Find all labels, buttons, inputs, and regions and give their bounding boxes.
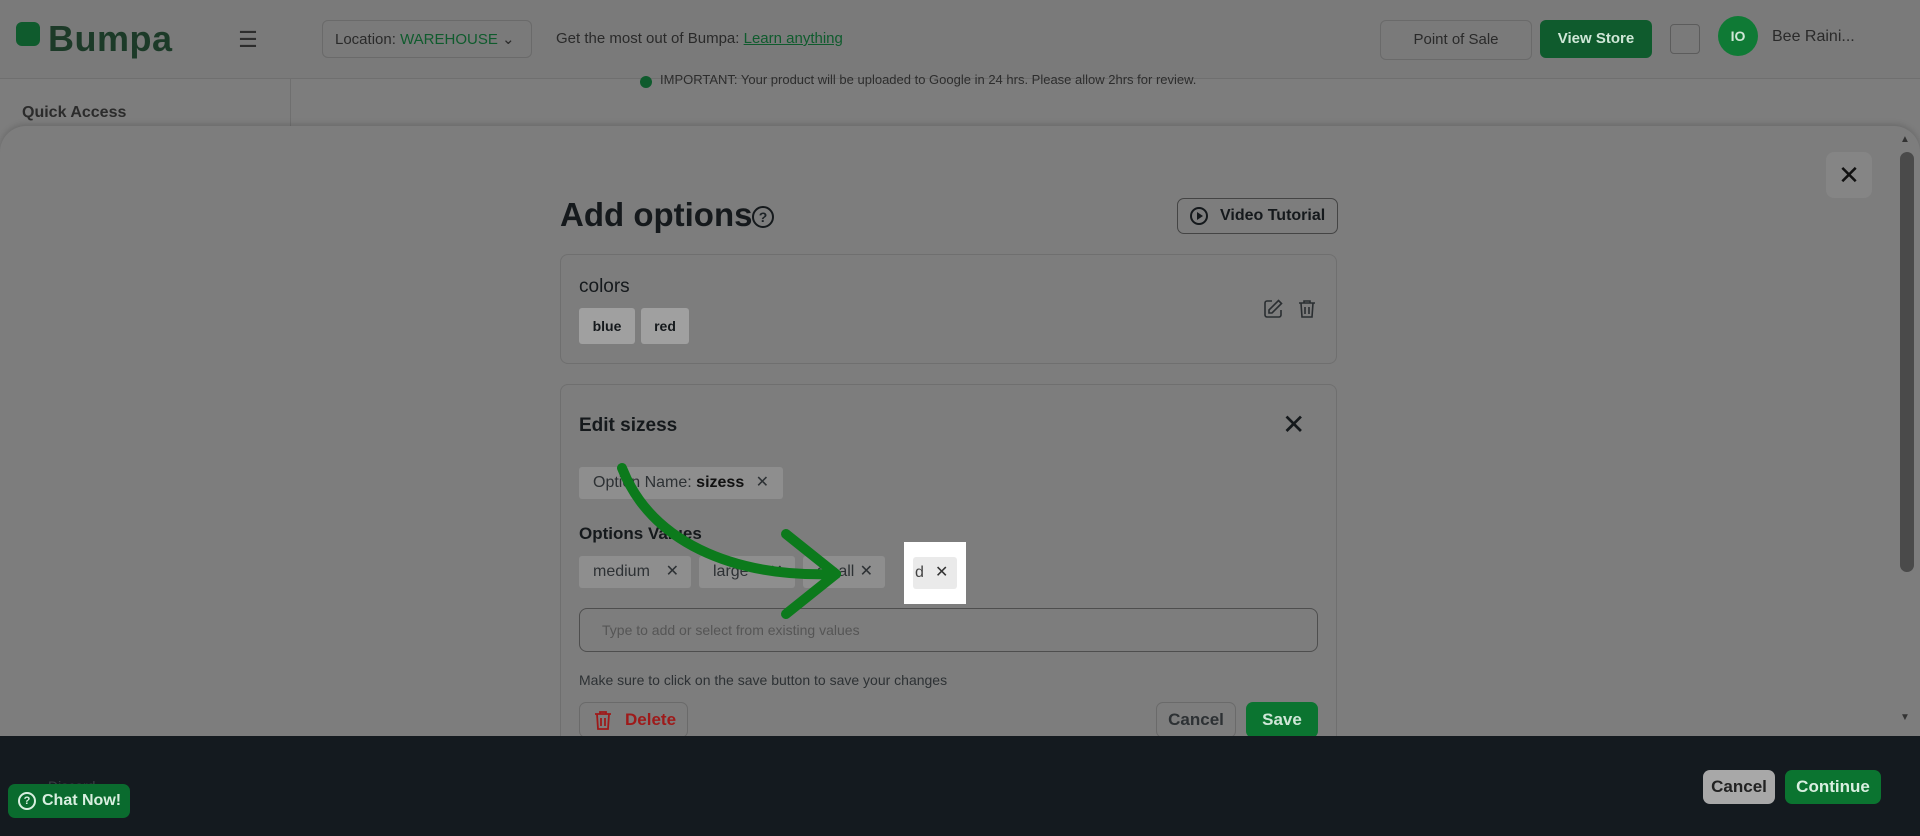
option-value-input[interactable]: Type to add or select from existing valu… [579,608,1318,652]
trash-icon [595,711,611,730]
remove-icon[interactable]: ✕ [756,467,769,499]
option-name-label: Option Name: [593,474,692,491]
option-value-chip: blue [579,308,635,344]
point-of-sale-button[interactable]: Point of Sale [1380,20,1532,60]
option-value-text: medium [593,563,650,580]
scroll-up-arrow[interactable]: ▲ [1900,134,1910,145]
edit-option-title: Edit sizess [579,415,678,436]
option-name-value: sizess [696,474,745,491]
option-values-label: Options Values [579,524,702,543]
video-tutorial-label: Video Tutorial [1220,207,1326,224]
chat-now-button[interactable]: ? Chat Now! [8,784,130,818]
header-hint: Get the most out of Bumpa: Learn anythin… [556,30,843,47]
page-title: Add options [560,196,753,233]
footer-cancel-button[interactable]: Cancel [1703,770,1775,804]
option-value-chip[interactable]: large ✕ [699,556,795,588]
info-icon [640,76,652,88]
delete-button[interactable]: Delete [579,702,688,738]
cancel-button[interactable]: Cancel [1156,702,1236,738]
username[interactable]: Bee Raini... [1772,28,1855,46]
option-value-chip[interactable]: small ✕ [803,556,885,588]
close-icon[interactable]: ✕ [1282,410,1305,440]
remove-icon[interactable]: ✕ [666,556,679,588]
save-button[interactable]: Save [1246,702,1318,738]
option-value-text: d [915,564,924,581]
location-selector[interactable]: Location: WAREHOUSE ⌄ [322,20,532,58]
option-value-chip: red [641,308,689,344]
location-label: Location: [335,31,396,48]
view-store-button[interactable]: View Store [1540,20,1652,58]
logo-mark [16,22,40,46]
notification-icon[interactable] [1670,24,1700,54]
chat-now-label: Chat Now! [42,792,122,809]
location-value: WAREHOUSE [400,31,498,48]
sidebar-quick-access[interactable]: Quick Access [22,104,126,122]
scroll-down-arrow[interactable]: ▼ [1900,712,1910,723]
header-hint-link[interactable]: Learn anything [744,30,843,47]
option-value-chip[interactable]: medium ✕ [579,556,691,588]
play-circle-icon [1190,207,1208,225]
chevron-down-icon: ⌄ [502,31,515,48]
background-note: IMPORTANT: Your product will be uploaded… [660,72,1197,87]
option-value-text: small [817,563,855,580]
delete-label: Delete [625,710,677,729]
existing-option-name: colors [579,276,630,297]
help-circle-icon: ? [18,792,36,810]
menu-toggle-icon[interactable]: ☰ [228,22,268,58]
video-tutorial-button[interactable]: Video Tutorial [1177,198,1338,234]
option-name-chip[interactable]: Option Name: sizess ✕ [579,467,783,499]
option-value-text: large [713,563,749,580]
edit-icon[interactable] [1262,298,1284,320]
continue-button[interactable]: Continue [1785,770,1881,804]
remove-icon[interactable]: ✕ [770,556,783,588]
close-icon[interactable]: ✕ [1826,152,1872,198]
help-circle-icon[interactable]: ? [752,206,774,228]
scrollbar[interactable] [1900,152,1914,572]
option-value-chip[interactable]: d ✕ [913,557,957,589]
app-logo[interactable]: Bumpa [48,18,173,60]
remove-icon[interactable]: ✕ [935,557,948,589]
remove-icon[interactable]: ✕ [860,556,873,588]
save-hint: Make sure to click on the save button to… [579,672,948,688]
sheet-footer [0,736,1920,836]
trash-icon[interactable] [1296,298,1318,320]
header-hint-text: Get the most out of Bumpa: [556,30,740,47]
avatar[interactable]: IO [1718,16,1758,56]
